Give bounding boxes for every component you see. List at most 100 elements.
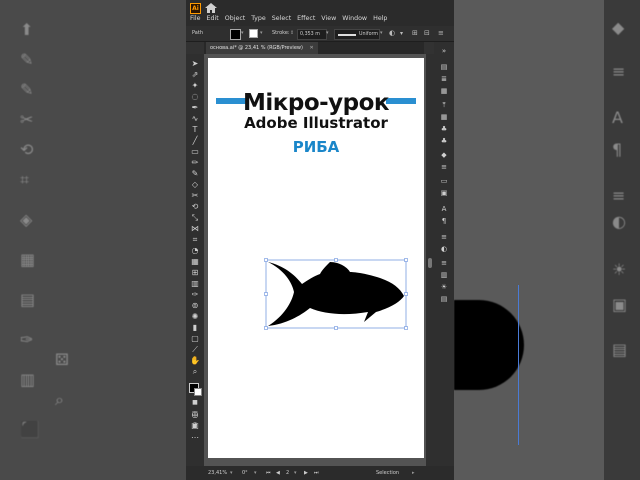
appearance-icon[interactable]: ≡ (438, 162, 450, 172)
next-artboard-icon[interactable]: ▶ (304, 466, 308, 480)
recolor-icon[interactable]: ◐ (389, 26, 395, 41)
canvas-area[interactable]: Мікро-урок Adobe Illustrator РИБА (204, 54, 426, 466)
panel-menu-icon[interactable]: ≡ (438, 26, 444, 41)
artboard[interactable]: Мікро-урок Adobe Illustrator РИБА (208, 58, 424, 458)
menu-object[interactable]: Object (225, 15, 246, 23)
stroke-weight-dropdown-icon[interactable]: ▾ (326, 26, 329, 41)
stroke-panel-icon[interactable]: ≡ (438, 258, 450, 268)
fish-shape-selection[interactable] (264, 258, 408, 330)
swatches-icon[interactable]: ▦ (438, 112, 450, 122)
transform-icon[interactable]: ⊟ (424, 26, 430, 41)
zoom-level[interactable]: 23,41% (208, 466, 227, 480)
hand-tool-icon[interactable]: ✋ (189, 355, 201, 366)
stroke-swatch[interactable] (249, 29, 258, 38)
rectangle-tool-icon[interactable]: ▭ (189, 146, 201, 157)
transform-panel-icon[interactable]: ▣ (438, 188, 450, 198)
image-trace-icon[interactable]: ▤ (438, 294, 450, 304)
menu-help[interactable]: Help (373, 15, 387, 23)
curvature-tool-icon[interactable]: ∿ (189, 113, 201, 124)
screen-mode-icon[interactable]: ▣ (189, 420, 201, 431)
selection-handle[interactable] (404, 326, 408, 330)
asset-export-icon[interactable]: ⤒ (438, 100, 450, 110)
artboard-tool-icon[interactable]: ▢ (189, 333, 201, 344)
menu-view[interactable]: View (321, 15, 336, 23)
menu-type[interactable]: Type (251, 15, 265, 23)
width-tool-icon[interactable]: ⋈ (189, 223, 201, 234)
selection-handle[interactable] (264, 326, 268, 330)
column-graph-icon[interactable]: ▮ (189, 322, 201, 333)
last-artboard-icon[interactable]: ⏭ (314, 466, 319, 480)
rotate-tool-icon[interactable]: ⟲ (189, 201, 201, 212)
pen-tool-icon[interactable]: ✒ (189, 102, 201, 113)
pencil-icon[interactable]: ✎ (189, 168, 201, 179)
color-guide-icon[interactable]: ☀ (438, 282, 450, 292)
mesh-tool-icon[interactable]: ⊞ (189, 267, 201, 278)
rotation-value[interactable]: 0° (242, 466, 248, 480)
pathfinder-icon[interactable]: ◐ (438, 244, 450, 254)
menu-select[interactable]: Select (272, 15, 291, 23)
first-artboard-icon[interactable]: ⏮ (266, 466, 271, 480)
symbols-icon[interactable]: ♣ (438, 136, 450, 146)
draw-mode-icon[interactable]: ◎ (189, 409, 201, 420)
more-tools-icon[interactable]: ⋯ (189, 432, 201, 443)
slice-tool-icon[interactable]: ⟋ (189, 344, 201, 355)
type-tool-icon[interactable]: T (189, 124, 201, 135)
document-tab[interactable]: основа.ai* @ 23,41 % (RGB/Preview) ✕ (206, 42, 318, 54)
menu-effect[interactable]: Effect (297, 15, 315, 23)
menu-file[interactable]: File (190, 15, 201, 23)
fill-dropdown-icon[interactable]: ▾ (241, 26, 244, 41)
eraser-icon[interactable]: ◇ (189, 179, 201, 190)
paintbrush-icon[interactable]: ✏ (189, 157, 201, 168)
stroke-weight-field[interactable]: 0,353 m (297, 29, 327, 40)
libraries-icon[interactable]: ▦ (438, 86, 450, 96)
status-menu-icon[interactable]: ▸ (412, 466, 415, 480)
blend-tool-icon[interactable]: ⊚ (189, 300, 201, 311)
artboard-number[interactable]: 2 (286, 466, 289, 480)
more-options-icon[interactable]: ▾ (400, 26, 403, 41)
graphic-styles-icon[interactable]: ◆ (438, 150, 450, 160)
stroke-dropdown-icon[interactable]: ▾ (260, 26, 263, 41)
previous-artboard-icon[interactable]: ◀ (276, 466, 280, 480)
gradient-tool-icon[interactable]: ▥ (189, 278, 201, 289)
selection-handle[interactable] (334, 258, 338, 262)
home-icon[interactable] (205, 3, 217, 13)
symbol-sprayer-icon[interactable]: ✺ (189, 311, 201, 322)
selection-handle[interactable] (404, 292, 408, 296)
lasso-icon[interactable]: ◌ (189, 91, 201, 102)
fill-swatch[interactable] (230, 29, 241, 40)
transparency-icon[interactable]: ▭ (438, 176, 450, 186)
free-transform-icon[interactable]: ⌗ (189, 234, 201, 245)
artboard-dropdown-icon[interactable]: ▾ (294, 466, 297, 480)
selection-handle[interactable] (334, 326, 338, 330)
zoom-tool-icon[interactable]: ⌕ (189, 366, 201, 377)
selection-handle[interactable] (264, 292, 268, 296)
gradient-panel-icon[interactable]: ▥ (438, 270, 450, 280)
paragraph-icon[interactable]: ¶ (438, 216, 450, 226)
character-icon[interactable]: A (438, 204, 450, 214)
scissors-icon[interactable]: ✂ (189, 190, 201, 201)
perspective-grid-icon[interactable]: ▦ (189, 256, 201, 267)
collapse-panels-icon[interactable]: » (438, 46, 450, 56)
menu-edit[interactable]: Edit (207, 15, 219, 23)
shape-builder-icon[interactable]: ◔ (189, 245, 201, 256)
align-panel-icon[interactable]: ≡ (438, 232, 450, 242)
zoom-dropdown-icon[interactable]: ▾ (230, 466, 233, 480)
selection-handle[interactable] (264, 258, 268, 262)
rotation-dropdown-icon[interactable]: ▾ (254, 466, 257, 480)
stroke-color-swatch[interactable] (194, 388, 202, 396)
selection-tool-icon[interactable]: ➤ (189, 58, 201, 69)
brushes-icon[interactable]: ♣ (438, 124, 450, 134)
scrollbar-thumb[interactable] (428, 258, 432, 268)
stroke-stepper-icon[interactable]: ⇕ (290, 26, 294, 41)
align-icon[interactable]: ⊞ (412, 26, 418, 41)
color-mode-icon[interactable]: ■ ◫ ⊘ (189, 397, 201, 428)
stroke-profile-chevron-icon[interactable]: ▾ (380, 26, 383, 41)
direct-selection-tool-icon[interactable]: ⇗ (189, 69, 201, 80)
selection-handle[interactable] (404, 258, 408, 262)
properties-icon[interactable]: ▤ (438, 62, 450, 72)
magic-wand-icon[interactable]: ✦ (189, 80, 201, 91)
layers-icon[interactable]: ≣ (438, 74, 450, 84)
scale-tool-icon[interactable]: ⤡ (189, 212, 201, 223)
menu-window[interactable]: Window (342, 15, 367, 23)
line-tool-icon[interactable]: ╱ (189, 135, 201, 146)
